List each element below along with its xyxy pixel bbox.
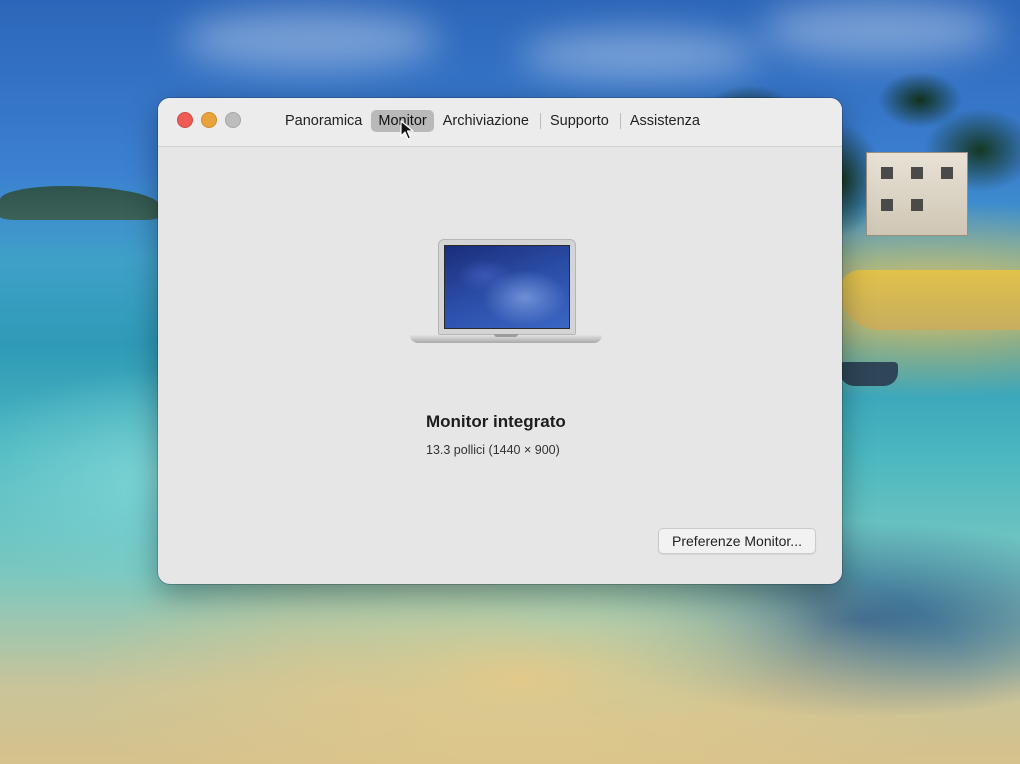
tab-panoramica[interactable]: Panoramica [278, 110, 369, 132]
minimize-icon[interactable] [201, 112, 217, 128]
tab-supporto[interactable]: Supporto [543, 110, 616, 132]
wallpaper-boat [840, 362, 898, 386]
tab-divider [619, 113, 621, 129]
close-icon[interactable] [177, 112, 193, 128]
display-preferences-button[interactable]: Preferenze Monitor... [658, 528, 816, 554]
window-titlebar[interactable]: Panoramica Monitor Archiviazione Support… [158, 98, 842, 147]
wallpaper-cloud [180, 10, 440, 70]
tab-archiviazione[interactable]: Archiviazione [436, 110, 536, 132]
tab-assistenza[interactable]: Assistenza [623, 110, 707, 132]
tab-bar: Panoramica Monitor Archiviazione Support… [278, 108, 709, 134]
zoom-icon [225, 112, 241, 128]
display-size: 13.3 pollici (1440 × 900) [426, 443, 560, 457]
wallpaper-islands [0, 186, 160, 220]
wallpaper-villa [866, 152, 968, 236]
cursor-pointer-icon [400, 120, 414, 140]
laptop-icon [410, 239, 602, 349]
display-name: Monitor integrato [426, 412, 566, 431]
monitor-pane: Monitor integrato 13.3 pollici (1440 × 9… [158, 147, 842, 584]
wallpaper-cloud [760, 0, 1000, 60]
tab-divider [539, 113, 541, 129]
about-this-mac-window: Panoramica Monitor Archiviazione Support… [158, 98, 842, 584]
wallpaper-beach [840, 270, 1020, 330]
